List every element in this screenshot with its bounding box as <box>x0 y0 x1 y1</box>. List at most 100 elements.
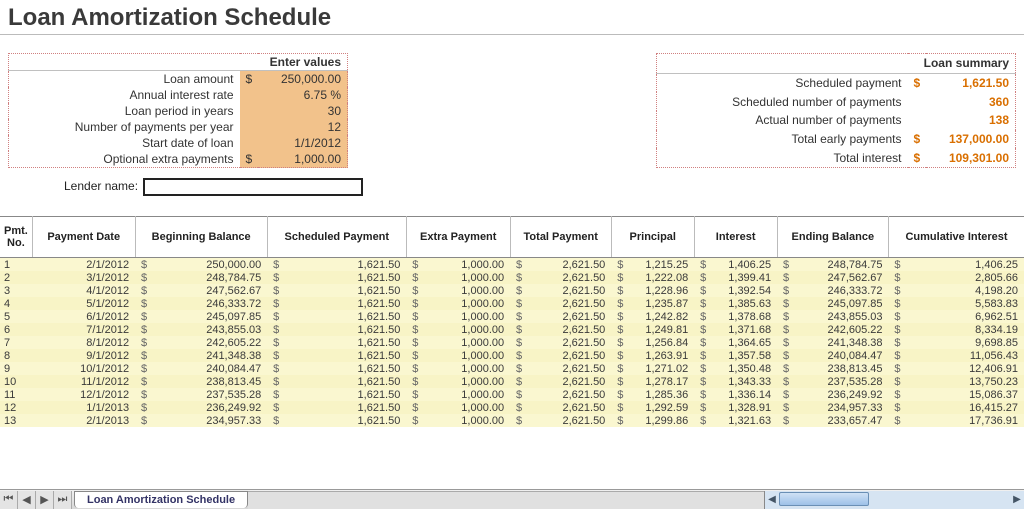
cell-dollar-icon: $ <box>510 401 524 414</box>
cell-dollar-icon: $ <box>267 310 281 323</box>
cell-principal: 1,235.87 <box>625 297 694 310</box>
cell-dollar-icon: $ <box>267 284 281 297</box>
enter-values-input[interactable]: 30 <box>258 103 348 119</box>
tab-nav-last-icon[interactable]: ⏭ <box>54 491 72 509</box>
cell-extra: 1,000.00 <box>420 336 510 349</box>
cell-pmt-no: 1 <box>0 258 32 272</box>
tab-nav-first-icon[interactable]: ⏮ <box>0 491 18 509</box>
cell-total: 2,621.50 <box>524 401 611 414</box>
table-row[interactable]: 23/1/2012$248,784.75$1,621.50$1,000.00$2… <box>0 271 1024 284</box>
cell-extra: 1,000.00 <box>420 375 510 388</box>
scroll-left-icon[interactable]: ◀ <box>765 491 779 509</box>
cell-dollar-icon: $ <box>694 323 708 336</box>
enter-values-input[interactable]: 6.75 % <box>258 87 348 103</box>
cell-dollar-icon: $ <box>694 375 708 388</box>
horizontal-scrollbar[interactable]: ◀ ▶ <box>764 491 1024 509</box>
summary-label: Total early payments <box>657 130 908 149</box>
cell-principal: 1,215.25 <box>625 258 694 272</box>
cell-begin: 246,333.72 <box>149 297 267 310</box>
cell-dollar-icon: $ <box>777 323 791 336</box>
table-row[interactable]: 45/1/2012$246,333.72$1,621.50$1,000.00$2… <box>0 297 1024 310</box>
cell-sched: 1,621.50 <box>281 284 406 297</box>
cell-principal: 1,249.81 <box>625 323 694 336</box>
cell-sched: 1,621.50 <box>281 388 406 401</box>
cell-dollar-icon: $ <box>267 271 281 284</box>
enter-values-sym <box>240 103 258 119</box>
cell-begin: 238,813.45 <box>149 375 267 388</box>
enter-values-input[interactable]: 250,000.00 <box>258 71 348 88</box>
table-row[interactable]: 910/1/2012$240,084.47$1,621.50$1,000.00$… <box>0 362 1024 375</box>
tab-nav-next-icon[interactable]: ▶ <box>36 491 54 509</box>
cell-total: 2,621.50 <box>524 271 611 284</box>
col-pmt-no-: Pmt. No. <box>0 217 32 258</box>
cell-dollar-icon: $ <box>889 375 903 388</box>
cell-principal: 1,292.59 <box>625 401 694 414</box>
cell-date: 2/1/2013 <box>32 414 135 427</box>
cell-total: 2,621.50 <box>524 310 611 323</box>
enter-values-input[interactable]: 1/1/2012 <box>258 135 348 151</box>
cell-dollar-icon: $ <box>406 349 420 362</box>
cell-dollar-icon: $ <box>611 375 625 388</box>
cell-interest: 1,328.91 <box>708 401 777 414</box>
cell-dollar-icon: $ <box>889 323 903 336</box>
cell-cum: 8,334.19 <box>903 323 1024 336</box>
table-row[interactable]: 34/1/2012$247,562.67$1,621.50$1,000.00$2… <box>0 284 1024 297</box>
cell-dollar-icon: $ <box>611 336 625 349</box>
cell-dollar-icon: $ <box>611 414 625 427</box>
scroll-thumb[interactable] <box>779 492 869 506</box>
cell-total: 2,621.50 <box>524 284 611 297</box>
cell-end: 248,784.75 <box>791 258 888 272</box>
cell-total: 2,621.50 <box>524 336 611 349</box>
table-row[interactable]: 56/1/2012$245,097.85$1,621.50$1,000.00$2… <box>0 310 1024 323</box>
cell-dollar-icon: $ <box>267 323 281 336</box>
col-extra-payment: Extra Payment <box>406 217 510 258</box>
cell-interest: 1,378.68 <box>708 310 777 323</box>
table-row[interactable]: 1112/1/2012$237,535.28$1,621.50$1,000.00… <box>0 388 1024 401</box>
cell-dollar-icon: $ <box>406 258 420 272</box>
table-row[interactable]: 78/1/2012$242,605.22$1,621.50$1,000.00$2… <box>0 336 1024 349</box>
cell-date: 11/1/2012 <box>32 375 135 388</box>
cell-date: 7/1/2012 <box>32 323 135 336</box>
cell-dollar-icon: $ <box>406 414 420 427</box>
col-scheduled-payment: Scheduled Payment <box>267 217 406 258</box>
cell-date: 3/1/2012 <box>32 271 135 284</box>
cell-dollar-icon: $ <box>611 297 625 310</box>
summary-value: 360 <box>926 92 1016 111</box>
cell-dollar-icon: $ <box>777 375 791 388</box>
enter-values-input[interactable]: 1,000.00 <box>258 151 348 168</box>
cell-pmt-no: 10 <box>0 375 32 388</box>
summary-sym: $ <box>908 73 926 92</box>
table-row[interactable]: 1011/1/2012$238,813.45$1,621.50$1,000.00… <box>0 375 1024 388</box>
cell-extra: 1,000.00 <box>420 414 510 427</box>
cell-interest: 1,385.63 <box>708 297 777 310</box>
scroll-right-icon[interactable]: ▶ <box>1010 491 1024 509</box>
table-row[interactable]: 67/1/2012$243,855.03$1,621.50$1,000.00$2… <box>0 323 1024 336</box>
cell-dollar-icon: $ <box>406 310 420 323</box>
cell-extra: 1,000.00 <box>420 310 510 323</box>
enter-values-label: Loan period in years <box>9 103 240 119</box>
cell-sched: 1,621.50 <box>281 414 406 427</box>
cell-date: 10/1/2012 <box>32 362 135 375</box>
cell-dollar-icon: $ <box>406 401 420 414</box>
cell-principal: 1,299.86 <box>625 414 694 427</box>
enter-values-input[interactable]: 12 <box>258 119 348 135</box>
cell-dollar-icon: $ <box>889 258 903 272</box>
sheet-tab-active[interactable]: Loan Amortization Schedule <box>74 491 248 508</box>
table-row[interactable]: 121/1/2013$236,249.92$1,621.50$1,000.00$… <box>0 401 1024 414</box>
cell-dollar-icon: $ <box>510 336 524 349</box>
cell-dollar-icon: $ <box>135 401 149 414</box>
table-row[interactable]: 132/1/2013$234,957.33$1,621.50$1,000.00$… <box>0 414 1024 427</box>
cell-dollar-icon: $ <box>510 388 524 401</box>
cell-dollar-icon: $ <box>267 401 281 414</box>
cell-date: 6/1/2012 <box>32 310 135 323</box>
cell-total: 2,621.50 <box>524 349 611 362</box>
tab-nav-prev-icon[interactable]: ◀ <box>18 491 36 509</box>
cell-dollar-icon: $ <box>611 349 625 362</box>
cell-dollar-icon: $ <box>135 375 149 388</box>
cell-dollar-icon: $ <box>135 271 149 284</box>
table-row[interactable]: 12/1/2012$250,000.00$1,621.50$1,000.00$2… <box>0 258 1024 272</box>
cell-dollar-icon: $ <box>777 284 791 297</box>
cell-date: 12/1/2012 <box>32 388 135 401</box>
lender-name-input[interactable] <box>143 178 363 196</box>
table-row[interactable]: 89/1/2012$241,348.38$1,621.50$1,000.00$2… <box>0 349 1024 362</box>
